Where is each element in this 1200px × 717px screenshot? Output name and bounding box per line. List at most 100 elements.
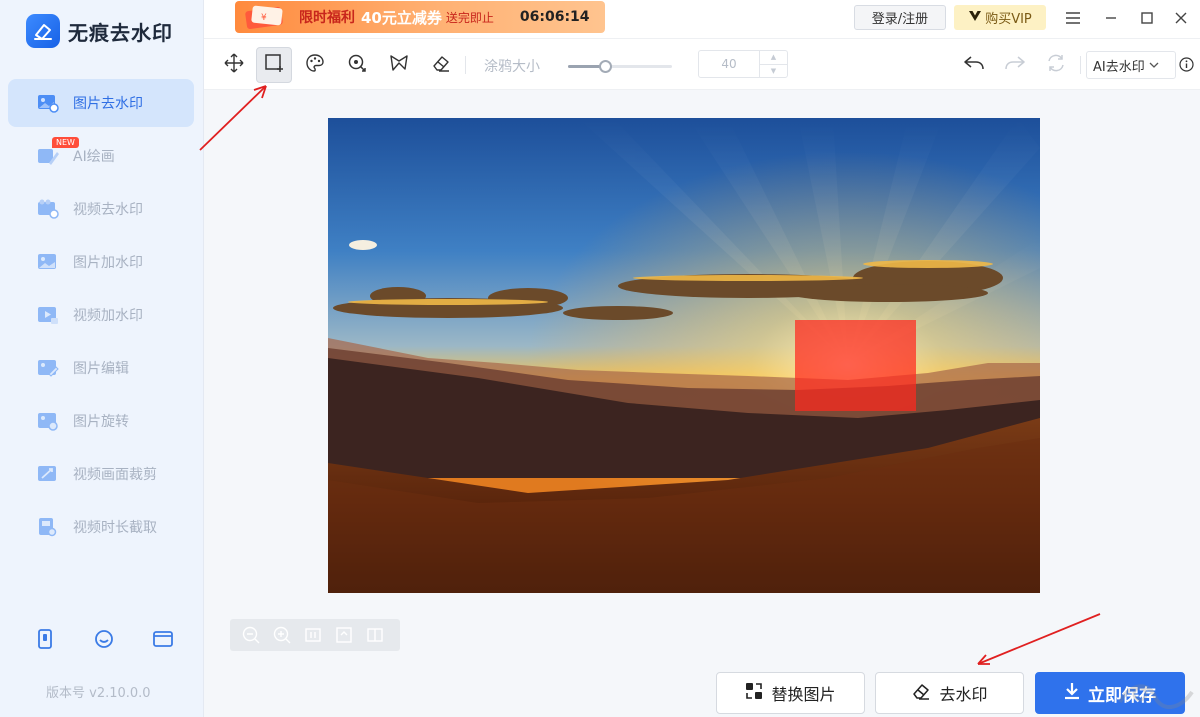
sidebar-item-video-add-watermark[interactable]: 视频加水印 (8, 291, 194, 339)
redo-button[interactable] (1001, 51, 1029, 79)
menu-icon[interactable] (1062, 7, 1084, 29)
move-tool-button[interactable] (216, 47, 252, 83)
zoom-in-icon[interactable] (271, 624, 293, 646)
sidebar-nav: 图片去水印 NEW AI绘画 视频去水印 图片加水印 视频加水印 图片编辑 图片… (8, 79, 194, 556)
image-edit-icon (36, 357, 60, 379)
sunset-mountain-photo (328, 118, 1040, 593)
palette-icon (305, 53, 325, 77)
mode-select-value: AI去水印 (1093, 59, 1145, 75)
split-compare-icon[interactable] (364, 624, 386, 646)
promo-countdown: 06:06:14 (519, 9, 590, 25)
coupon-gift-icon: ¥ (241, 2, 293, 32)
corner-watermark-logo (1110, 672, 1200, 717)
undo-button[interactable] (960, 51, 988, 79)
close-icon[interactable] (1170, 7, 1192, 29)
vip-icon (968, 10, 982, 26)
zoom-out-icon[interactable] (240, 624, 262, 646)
mode-select[interactable]: AI去水印 (1086, 51, 1176, 79)
image-rotate-icon (36, 410, 60, 432)
version-label: 版本号 v2.10.0.0 (46, 686, 151, 701)
rect-select-tool-button[interactable] (256, 47, 292, 83)
smart-select-tool-button[interactable] (339, 47, 375, 83)
video-trim-icon (36, 516, 60, 538)
move-icon (224, 53, 244, 77)
compare-button[interactable] (1042, 51, 1070, 79)
sidebar-item-video-watermark[interactable]: 视频去水印 (8, 185, 194, 233)
app-logo: 无痕去水印 (26, 14, 173, 48)
replace-image-label: 替换图片 (771, 685, 836, 704)
download-icon (1064, 682, 1080, 705)
eraser-icon (911, 681, 931, 705)
eraser-logo-icon (26, 14, 60, 48)
maximize-icon[interactable] (1136, 7, 1158, 29)
sidebar-item-label: 图片编辑 (73, 361, 129, 377)
buy-vip-button[interactable]: 购买VIP (954, 5, 1046, 30)
promo-banner[interactable]: ¥ 限时福利 40元立减券 送完即止 06:06:14 (235, 1, 605, 33)
app-name: 无痕去水印 (68, 20, 173, 45)
video-watermark-icon (36, 198, 60, 220)
sidebar-item-image-watermark[interactable]: 图片去水印 (8, 79, 194, 127)
lasso-tool-button[interactable] (381, 47, 417, 83)
smart-select-icon (347, 53, 367, 77)
eraser-icon (431, 53, 451, 77)
sidebar-item-image-rotate[interactable]: 图片旋转 (8, 397, 194, 445)
minimize-icon[interactable] (1100, 7, 1122, 29)
selection-rectangle[interactable] (795, 320, 916, 411)
sidebar-item-label: AI绘画 (73, 149, 115, 165)
new-badge: NEW (52, 137, 79, 148)
brush-size-slider[interactable] (568, 60, 672, 73)
sidebar-item-video-trim[interactable]: 视频时长截取 (8, 503, 194, 551)
ai-paint-icon (36, 145, 60, 167)
brush-size-stepper-buttons: ▲ ▼ (759, 51, 787, 77)
sidebar-item-image-add-watermark[interactable]: 图片加水印 (8, 238, 194, 286)
sidebar-item-video-crop[interactable]: 视频画面裁剪 (8, 450, 194, 498)
window-icon[interactable] (152, 628, 174, 650)
editor-toolbar: 涂鸦大小 ▲ ▼ AI去水印 (204, 38, 1200, 90)
sidebar-item-label: 图片加水印 (73, 255, 143, 271)
replace-image-button[interactable]: 替换图片 (716, 672, 865, 714)
sidebar-item-label: 图片去水印 (73, 96, 143, 112)
eraser-tool-button[interactable] (423, 47, 459, 83)
svg-text:¥: ¥ (261, 13, 267, 23)
stepper-down-icon[interactable]: ▼ (760, 65, 787, 78)
zoom-controls (230, 619, 400, 651)
editing-canvas-image[interactable] (328, 118, 1040, 593)
video-add-watermark-icon (36, 304, 60, 326)
sidebar-item-image-edit[interactable]: 图片编辑 (8, 344, 194, 392)
stepper-up-icon[interactable]: ▲ (760, 51, 787, 65)
annotation-arrow-remove (977, 613, 1101, 665)
remove-watermark-button[interactable]: 去水印 (875, 672, 1024, 714)
compare-icon (1045, 53, 1067, 77)
promo-title: 限时福利 (299, 10, 355, 26)
brush-size-input[interactable] (699, 51, 759, 77)
chevron-down-icon (1149, 58, 1159, 73)
sidebar-item-ai-paint[interactable]: NEW AI绘画 (8, 132, 194, 180)
video-crop-icon (36, 463, 60, 485)
rect-select-icon (264, 53, 284, 77)
login-button[interactable]: 登录/注册 (854, 5, 946, 30)
sidebar-bottom-icons (34, 628, 174, 650)
brush-size-stepper[interactable]: ▲ ▼ (698, 50, 788, 78)
fit-screen-icon[interactable] (333, 624, 355, 646)
phone-icon[interactable] (34, 628, 56, 650)
palette-tool-button[interactable] (297, 47, 333, 83)
actual-size-icon[interactable] (302, 624, 324, 646)
remove-watermark-label: 去水印 (939, 685, 988, 704)
sidebar-item-label: 图片旋转 (73, 414, 129, 430)
title-bar: ¥ 限时福利 40元立减券 送完即止 06:06:14 登录/注册 购买VIP (204, 0, 1200, 38)
toolbar-divider (1080, 56, 1081, 74)
toolbar-divider (465, 56, 466, 74)
sidebar-item-label: 视频加水印 (73, 308, 143, 324)
promo-amount: 40元立减券 (361, 8, 442, 27)
image-watermark-icon (36, 92, 60, 114)
lasso-icon (389, 53, 409, 77)
info-icon[interactable] (1178, 56, 1194, 72)
sidebar-item-label: 视频时长截取 (73, 520, 157, 536)
sidebar: 无痕去水印 图片去水印 NEW AI绘画 视频去水印 图片加水印 视频加水印 图… (0, 0, 204, 717)
replace-image-icon (745, 682, 763, 704)
brush-size-slider-handle[interactable] (599, 60, 613, 73)
sidebar-item-label: 视频去水印 (73, 202, 143, 218)
smiley-icon[interactable] (93, 628, 115, 650)
redo-icon (1004, 54, 1026, 76)
sidebar-item-label: 视频画面裁剪 (73, 467, 157, 483)
